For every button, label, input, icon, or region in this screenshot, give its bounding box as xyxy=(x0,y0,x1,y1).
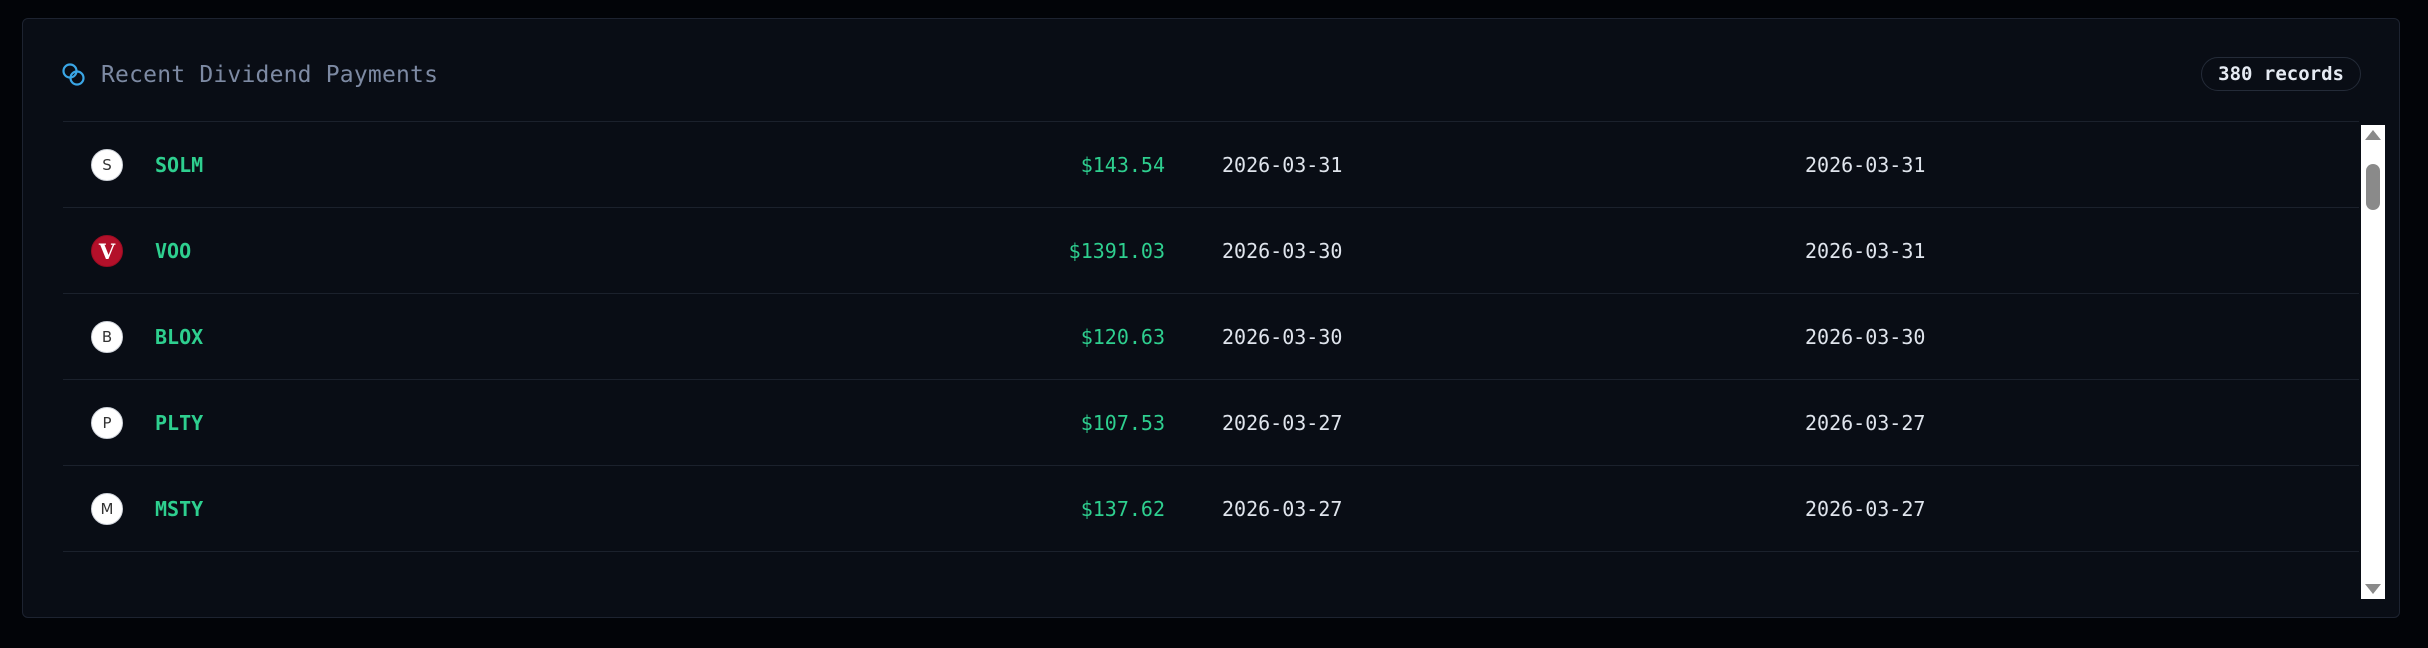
dividend-amount: $137.62 xyxy=(1080,497,1165,521)
table-row[interactable]: S SOLM $143.54 2026-03-31 2026-03-31 xyxy=(63,122,2359,208)
dividend-payments-panel: Recent Dividend Payments 380 records S S… xyxy=(22,18,2400,618)
records-count-badge: 380 records xyxy=(2201,57,2361,91)
dividend-table: S SOLM $143.54 2026-03-31 2026-03-31 V V… xyxy=(63,121,2359,552)
coins-icon xyxy=(61,62,87,88)
scroll-thumb[interactable] xyxy=(2366,164,2380,210)
table-row[interactable]: P PLTY $107.53 2026-03-27 2026-03-27 xyxy=(63,380,2359,466)
dividend-amount: $107.53 xyxy=(1080,411,1165,435)
ex-dividend-date: 2026-03-31 xyxy=(1222,153,1343,177)
scroll-down-arrow-icon[interactable] xyxy=(2365,584,2381,594)
ex-dividend-date: 2026-03-27 xyxy=(1222,411,1343,435)
ticker-symbol: BLOX xyxy=(155,325,204,349)
ticker-logo: M xyxy=(91,493,123,525)
ticker-logo: V xyxy=(91,235,123,267)
table-row[interactable]: M MSTY $137.62 2026-03-27 2026-03-27 xyxy=(63,466,2359,552)
table-row[interactable]: V VOO $1391.03 2026-03-30 2026-03-31 xyxy=(63,208,2359,294)
ex-dividend-date: 2026-03-27 xyxy=(1222,497,1343,521)
ex-dividend-date: 2026-03-30 xyxy=(1222,239,1343,263)
payment-date: 2026-03-27 xyxy=(1805,411,1926,435)
ticker-logo: B xyxy=(91,321,123,353)
payment-date: 2026-03-30 xyxy=(1805,325,1926,349)
ticker-symbol: PLTY xyxy=(155,411,204,435)
dividend-amount: $1391.03 xyxy=(1068,239,1165,263)
scroll-up-arrow-icon[interactable] xyxy=(2365,130,2381,140)
dividend-amount: $120.63 xyxy=(1080,325,1165,349)
ticker-symbol: SOLM xyxy=(155,153,204,177)
ticker-symbol: VOO xyxy=(155,239,192,263)
payment-date: 2026-03-31 xyxy=(1805,239,1926,263)
ticker-logo: P xyxy=(91,407,123,439)
payment-date: 2026-03-31 xyxy=(1805,153,1926,177)
table-row[interactable]: B BLOX $120.63 2026-03-30 2026-03-30 xyxy=(63,294,2359,380)
panel-title: Recent Dividend Payments xyxy=(101,62,439,88)
payment-date: 2026-03-27 xyxy=(1805,497,1926,521)
dividend-amount: $143.54 xyxy=(1080,153,1165,177)
ex-dividend-date: 2026-03-30 xyxy=(1222,325,1343,349)
table-scrollbar[interactable] xyxy=(2361,125,2385,599)
panel-header: Recent Dividend Payments xyxy=(61,57,438,93)
ticker-symbol: MSTY xyxy=(155,497,204,521)
ticker-logo: S xyxy=(91,149,123,181)
